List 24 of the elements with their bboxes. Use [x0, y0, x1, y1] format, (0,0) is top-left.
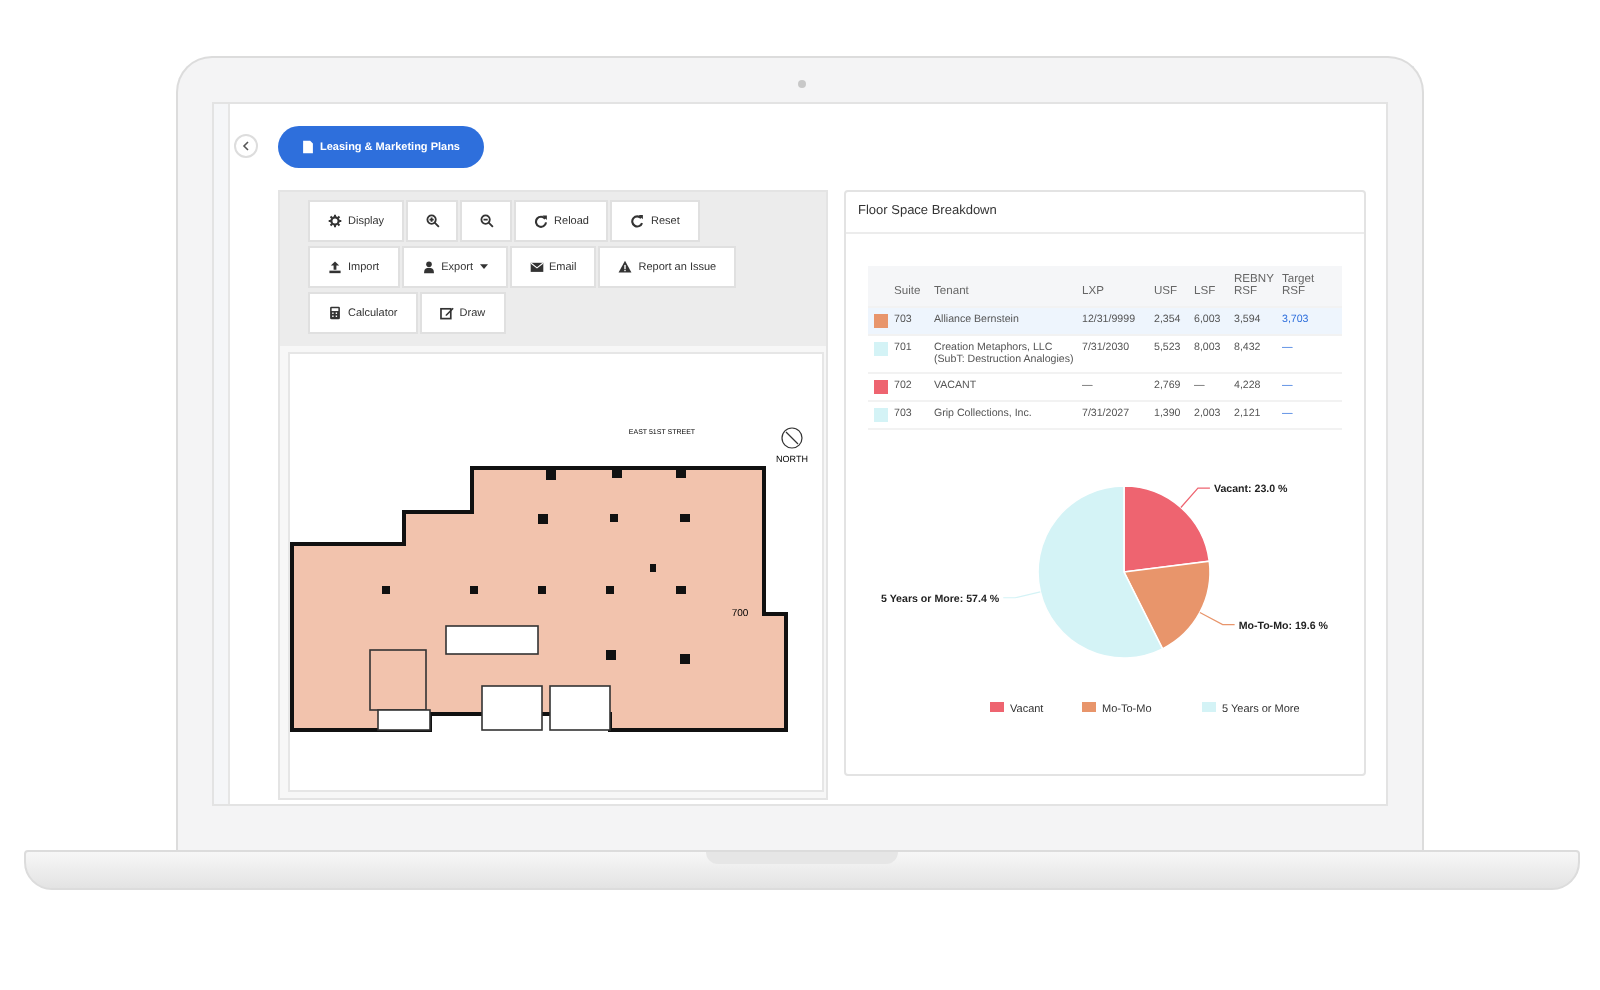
leader-line — [1199, 611, 1236, 626]
leader-line — [1002, 591, 1041, 599]
upload-icon — [328, 260, 342, 274]
leader-line — [1180, 487, 1211, 509]
warning-icon — [618, 260, 633, 274]
zoom-out-button[interactable] — [460, 200, 513, 242]
user-icon — [421, 260, 436, 274]
zoom-in-button[interactable] — [406, 200, 459, 242]
document-icon — [302, 140, 314, 154]
calculator-icon — [328, 306, 342, 320]
collapse-button[interactable] — [234, 134, 258, 158]
legend-swatch — [1082, 702, 1096, 712]
envelope-icon — [529, 260, 543, 274]
caret-icon — [479, 264, 487, 270]
zoom-out-icon — [479, 214, 494, 228]
chevron-left-icon — [242, 140, 250, 152]
refresh-icon — [534, 214, 549, 228]
gear-icon — [328, 214, 342, 228]
redo-icon — [630, 214, 645, 228]
edit-icon — [439, 306, 454, 320]
camera-icon — [798, 80, 806, 88]
zoom-in-icon — [425, 214, 440, 228]
legend-swatch — [1202, 702, 1216, 712]
legend-swatch — [990, 702, 1004, 712]
